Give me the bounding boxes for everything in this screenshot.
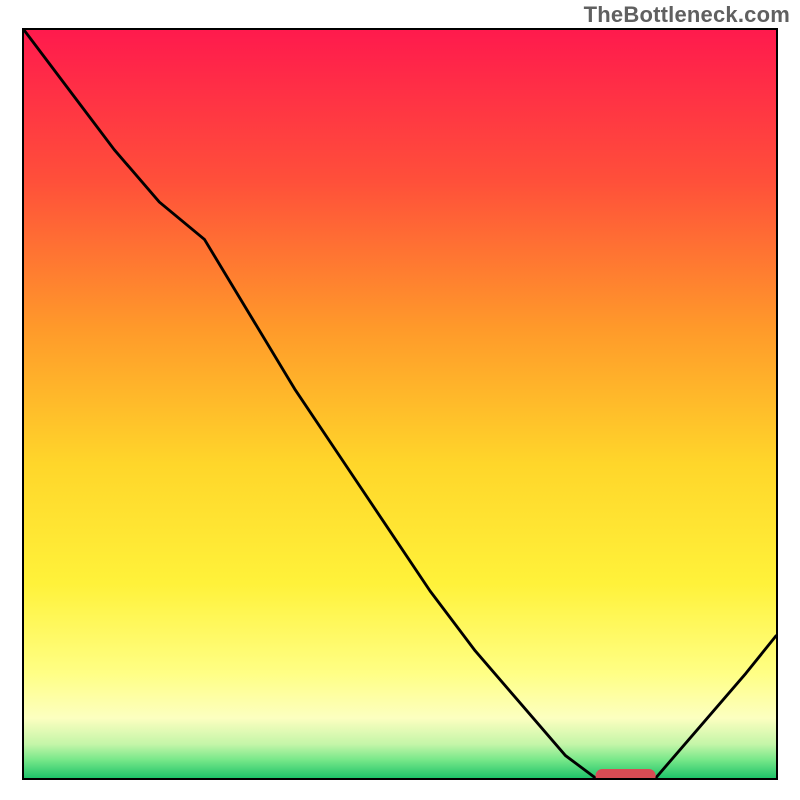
chart-frame: TheBottleneck.com [0, 0, 800, 800]
watermark-text: TheBottleneck.com [584, 2, 790, 28]
plot-area [22, 28, 778, 780]
chart-svg [24, 30, 776, 778]
gradient-rect [24, 30, 776, 778]
optimal-range-marker [596, 769, 656, 778]
